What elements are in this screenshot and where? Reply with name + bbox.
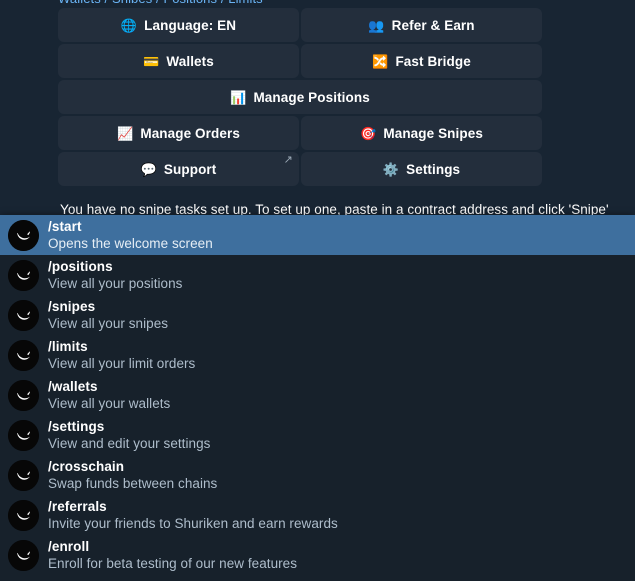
command-name: /referrals	[48, 499, 107, 514]
command-text-block: /crosschain Swap funds between chains	[48, 460, 217, 490]
gear-icon: ⚙️	[382, 161, 400, 177]
keyboard-button-label: Refer & Earn	[391, 17, 475, 33]
bot-avatar-icon	[8, 379, 39, 411]
command-item-settings[interactable]: /settings View and edit your settings	[0, 415, 635, 455]
keyboard-row: 🌐 Language: EN 👥 Refer & Earn	[58, 8, 542, 42]
clipped-message-line: Wallets / Snipes / Positions / Limits	[58, 0, 542, 3]
command-description: Enroll for beta testing of our new featu…	[48, 555, 298, 571]
bot-avatar-icon	[8, 219, 39, 251]
command-item-start[interactable]: /start Opens the welcome screen	[0, 215, 635, 255]
busts-in-silhouette-icon: 👥	[368, 17, 385, 33]
keyboard-button-label: Manage Snipes	[383, 125, 483, 141]
bot-avatar-icon	[8, 259, 39, 291]
command-item-crosschain[interactable]: /crosschain Swap funds between chains	[0, 455, 635, 495]
bot-avatar-icon	[8, 539, 39, 571]
command-text-block: /wallets View all your wallets	[48, 380, 170, 410]
bot-avatar-icon	[8, 339, 39, 371]
keyboard-button-label: Settings	[406, 161, 461, 177]
command-item-limits[interactable]: /limits View all your limit orders	[0, 335, 635, 375]
command-text-block: /snipes View all your snipes	[48, 300, 168, 330]
external-link-arrow-icon: ↗	[283, 154, 293, 166]
bar-chart-icon: 📊	[230, 89, 247, 105]
command-text-block: /settings View and edit your settings	[48, 420, 210, 450]
command-name: /wallets	[48, 379, 98, 394]
bot-avatar-icon	[8, 419, 39, 451]
keyboard-button-wallets[interactable]: 💳 Wallets	[58, 44, 299, 78]
keyboard-button-support[interactable]: 💬 Support ↗	[58, 152, 299, 186]
speech-balloon-icon: 💬	[140, 161, 157, 177]
dart-target-icon: 🎯	[360, 125, 377, 141]
keyboard-button-manage-positions[interactable]: 📊 Manage Positions	[58, 80, 542, 114]
globe-icon: 🌐	[120, 17, 138, 33]
keyboard-row: 📊 Manage Positions	[58, 80, 542, 114]
command-text-block: /positions View all your positions	[48, 260, 182, 290]
command-name: /snipes	[48, 299, 96, 314]
keyboard-button-label: Manage Positions	[253, 89, 370, 105]
command-name: /crosschain	[48, 459, 125, 474]
chat-message-area: Wallets / Snipes / Positions / Limits 🌐 L…	[0, 0, 635, 225]
command-name: /start	[48, 219, 82, 234]
command-description: View and edit your settings	[48, 435, 211, 451]
command-description: View all your wallets	[48, 395, 171, 411]
keyboard-button-label: Fast Bridge	[395, 53, 471, 69]
command-description: View all your positions	[48, 275, 183, 291]
keyboard-button-label: Support	[163, 161, 217, 177]
keyboard-button-settings[interactable]: ⚙️ Settings	[301, 152, 542, 186]
keyboard-button-manage-orders[interactable]: 📈 Manage Orders	[58, 116, 299, 150]
telegram-bot-chat-window: Wallets / Snipes / Positions / Limits 🌐 L…	[0, 0, 635, 581]
command-text-block: /start Opens the welcome screen	[48, 220, 213, 250]
command-name: /positions	[48, 259, 113, 274]
keyboard-row: 📈 Manage Orders 🎯 Manage Snipes	[58, 116, 542, 150]
bot-avatar-icon	[8, 499, 39, 531]
inline-keyboard: 🌐 Language: EN 👥 Refer & Earn 💳 Wallets 🔀 Fast …	[58, 8, 542, 186]
command-description: View all your snipes	[48, 315, 169, 331]
keyboard-row: 💬 Support ↗ ⚙️ Settings	[58, 152, 542, 186]
command-item-snipes[interactable]: /snipes View all your snipes	[0, 295, 635, 335]
keyboard-button-language-en[interactable]: 🌐 Language: EN	[58, 8, 299, 42]
keyboard-button-label: Language: EN	[144, 17, 237, 33]
command-description: Opens the welcome screen	[48, 235, 213, 251]
command-item-positions[interactable]: /positions View all your positions	[0, 255, 635, 295]
keyboard-button-label: Wallets	[166, 53, 214, 69]
bot-avatar-icon	[8, 299, 39, 331]
command-item-enroll[interactable]: /enroll Enroll for beta testing of our ne…	[0, 535, 635, 575]
keyboard-button-fast-bridge[interactable]: 🔀 Fast Bridge	[301, 44, 542, 78]
command-name: /settings	[48, 419, 105, 434]
command-name: /limits	[48, 339, 88, 354]
keyboard-button-manage-snipes[interactable]: 🎯 Manage Snipes	[301, 116, 542, 150]
command-text-block: /limits View all your limit orders	[48, 340, 195, 370]
command-text-block: /enroll Enroll for beta testing of our ne…	[48, 540, 297, 570]
command-name: /enroll	[48, 539, 90, 554]
keyboard-row: 💳 Wallets 🔀 Fast Bridge	[58, 44, 542, 78]
command-item-referrals[interactable]: /referrals Invite your friends to Shurike…	[0, 495, 635, 535]
keyboard-button-refer-earn[interactable]: 👥 Refer & Earn	[301, 8, 542, 42]
credit-card-icon: 💳	[143, 53, 160, 69]
keyboard-button-label: Manage Orders	[140, 125, 240, 141]
command-description: View all your limit orders	[48, 355, 196, 371]
command-description: Invite your friends to Shuriken and earn…	[48, 515, 338, 531]
twisted-arrows-icon: 🔀	[372, 53, 389, 69]
command-item-wallets[interactable]: /wallets View all your wallets	[0, 375, 635, 415]
bot-avatar-icon	[8, 459, 39, 491]
command-autocomplete-panel[interactable]: /start Opens the welcome screen/positions…	[0, 215, 635, 581]
chart-increasing-icon: 📈	[117, 125, 134, 141]
command-text-block: /referrals Invite your friends to Shurike…	[48, 500, 338, 530]
command-description: Swap funds between chains	[48, 475, 218, 491]
